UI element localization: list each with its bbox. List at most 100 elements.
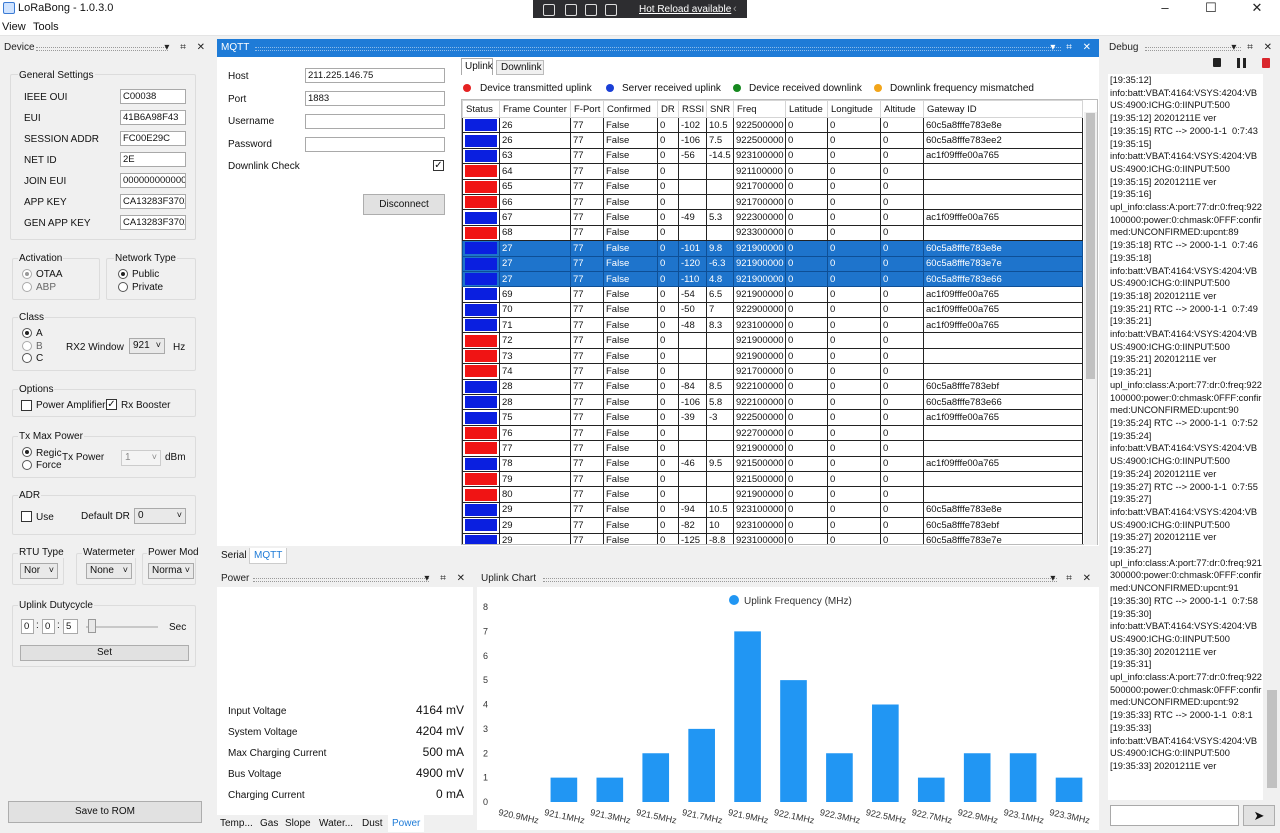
column-header[interactable]: Latitude (785, 100, 828, 118)
table-row[interactable]: 68 77 False 0 923300000 0 0 0 (462, 224, 1083, 242)
column-header[interactable]: Altitude (880, 100, 924, 118)
table-row[interactable]: 26 77 False 0 -102 10.5 922500000 0 0 0 60c5a8fffe… (462, 116, 1083, 134)
port-field[interactable]: 1883 (305, 91, 445, 106)
tab-uplink[interactable]: Uplink (461, 58, 493, 75)
password-field[interactable] (305, 137, 445, 152)
ieee-oui-field[interactable]: C00038 (120, 89, 186, 104)
track-focus-icon[interactable] (605, 4, 617, 16)
save-to-rom-button[interactable]: Save to ROM (8, 801, 202, 823)
table-row[interactable]: 63 77 False 0 -56 -14.5 923100000 0 0 0 ac1f09fffe… (462, 147, 1083, 165)
column-header[interactable]: F-Port (570, 100, 604, 118)
table-row[interactable]: 29 77 False 0 -94 10.5 923100000 0 0 0 60c5a8fffe7… (462, 501, 1083, 519)
table-row[interactable]: 72 77 False 0 921900000 0 0 0 (462, 332, 1083, 349)
duty-seconds-field[interactable]: 5 (63, 619, 78, 634)
clear-log-icon[interactable] (1262, 58, 1270, 68)
column-header[interactable]: DR (657, 100, 679, 118)
column-header[interactable]: Status (462, 100, 500, 118)
table-row[interactable]: 27 77 False 0 -110 4.8 921900000 0 0 0 60c5a8fffe7… (462, 270, 1083, 288)
tab-dust[interactable]: Dust (362, 818, 383, 829)
set-button[interactable]: Set (20, 645, 189, 661)
app-key-field[interactable]: CA13283F3702 (120, 194, 186, 209)
column-header[interactable]: Gateway ID (923, 100, 1083, 118)
panel-buttons[interactable]: ▾ ⌗ ✕ (424, 570, 469, 588)
panel-grip[interactable] (36, 47, 168, 51)
panel-grip[interactable] (543, 578, 1057, 582)
eui-field[interactable]: 41B6A98F43 (120, 110, 186, 125)
rx2-window-select[interactable]: 921 ˅ (129, 338, 165, 354)
table-row[interactable]: 29 77 False 0 -82 10 923100000 0 0 0 60c5a8fffe783… (462, 517, 1083, 534)
session-addr-field[interactable]: FC00E29C (120, 131, 186, 146)
host-field[interactable]: 211.225.146.75 (305, 68, 445, 83)
table-row[interactable]: 69 77 False 0 -54 6.5 921900000 0 0 0 ac1f09fffe00… (462, 286, 1083, 303)
class-c-radio[interactable] (22, 353, 32, 363)
table-row[interactable]: 28 77 False 0 -84 8.5 922100000 0 0 0 60c5a8fffe78… (462, 378, 1083, 396)
column-header[interactable]: SNR (706, 100, 734, 118)
table-row[interactable]: 28 77 False 0 -106 5.8 922100000 0 0 0 60c5a8fffe7… (462, 394, 1083, 411)
tab-water[interactable]: Water... (319, 818, 353, 829)
panel-buttons[interactable]: ▾ ⌗ ✕ (1050, 39, 1095, 57)
panel-buttons[interactable]: ▾ ⌗ ✕ (1050, 570, 1095, 588)
close-button[interactable]: ✕ (1234, 0, 1280, 18)
panel-grip[interactable] (1145, 47, 1241, 51)
forced-radio[interactable] (22, 460, 32, 470)
rtu-type-select[interactable]: Nor ˅ (20, 563, 58, 579)
regional-radio[interactable] (22, 447, 32, 457)
collapse-toolbar-icon[interactable]: ‹ (733, 3, 737, 15)
power-mode-select[interactable]: Norma ˅ (148, 563, 194, 579)
adr-use-checkbox[interactable] (21, 511, 32, 522)
net-id-field[interactable]: 2E (120, 152, 186, 167)
panel-grip[interactable] (253, 578, 429, 582)
hot-reload-link[interactable]: Hot Reload available (639, 4, 731, 15)
minimize-button[interactable]: – (1142, 0, 1188, 18)
panel-grip[interactable] (255, 47, 1061, 51)
default-dr-select[interactable]: 0 ˅ (134, 508, 186, 524)
class-a-radio[interactable] (22, 328, 32, 338)
panel-buttons[interactable]: ▾ ⌗ ✕ (164, 39, 209, 57)
debug-scrollbar-thumb[interactable] (1267, 690, 1277, 788)
duty-slider-track[interactable] (86, 626, 158, 628)
select-element-icon[interactable] (543, 4, 555, 16)
table-row[interactable]: 73 77 False 0 921900000 0 0 0 (462, 347, 1083, 365)
table-row[interactable]: 26 77 False 0 -106 7.5 922500000 0 0 0 60c5a8fffe7… (462, 132, 1083, 149)
tab-temp[interactable]: Temp... (220, 818, 253, 829)
tx-power-select[interactable]: 1 ˅ (121, 450, 161, 466)
table-row[interactable]: 77 77 False 0 921900000 0 0 0 (462, 440, 1083, 457)
duty-minutes-field[interactable]: 0 (42, 619, 55, 634)
menu-view[interactable]: View (2, 21, 26, 33)
table-row[interactable]: 75 77 False 0 -39 -3 922500000 0 0 0 ac1f09fffe00a… (462, 409, 1083, 426)
duty-hours-field[interactable]: 0 (21, 619, 34, 634)
public-radio[interactable] (118, 269, 128, 279)
gen-app-key-field[interactable]: CA13283F3702 (120, 215, 186, 230)
table-row[interactable]: 65 77 False 0 921700000 0 0 0 (462, 178, 1083, 195)
column-header[interactable]: Longitude (827, 100, 881, 118)
tab-gas[interactable]: Gas (260, 818, 278, 829)
send-button[interactable]: ➤ (1243, 805, 1275, 826)
panel-buttons[interactable]: ▾ ⌗ ✕ (1231, 39, 1276, 57)
save-icon[interactable] (1213, 58, 1221, 67)
table-row[interactable]: 80 77 False 0 921900000 0 0 0 (462, 486, 1083, 503)
table-row[interactable]: 70 77 False 0 -50 7 922900000 0 0 0 ac1f09fffe00a7… (462, 301, 1083, 319)
table-row[interactable]: 74 77 False 0 921700000 0 0 0 (462, 363, 1083, 380)
layout-adorner-icon[interactable] (585, 4, 597, 16)
duty-slider-thumb[interactable] (88, 619, 96, 633)
tab-mqtt[interactable]: MQTT (249, 548, 288, 564)
class-b-radio[interactable] (22, 341, 32, 351)
table-row[interactable]: 71 77 False 0 -48 8.3 923100000 0 0 0 ac1f09fffe00… (462, 317, 1083, 334)
cursor-select-icon[interactable] (565, 4, 577, 16)
power-amplifier-checkbox[interactable] (21, 400, 32, 411)
column-header[interactable]: Confirmed (603, 100, 658, 118)
disconnect-button[interactable]: Disconnect (363, 194, 445, 215)
table-row[interactable]: 66 77 False 0 921700000 0 0 0 (462, 193, 1083, 211)
debug-command-input[interactable] (1110, 805, 1239, 826)
rx-booster-checkbox[interactable]: ✓ (106, 399, 117, 410)
abp-radio[interactable] (22, 282, 32, 292)
maximize-button[interactable]: ☐ (1188, 0, 1234, 18)
private-radio[interactable] (118, 282, 128, 292)
table-row[interactable]: 79 77 False 0 921500000 0 0 0 (462, 470, 1083, 488)
column-header[interactable]: Frame Counter (499, 100, 571, 118)
tab-downlink[interactable]: Downlink (496, 60, 544, 75)
pause-icon[interactable] (1237, 58, 1246, 68)
join-eui-field[interactable]: 000000000000 (120, 173, 186, 188)
tab-serial[interactable]: Serial (217, 548, 251, 564)
watermeter-select[interactable]: None ˅ (86, 563, 132, 579)
